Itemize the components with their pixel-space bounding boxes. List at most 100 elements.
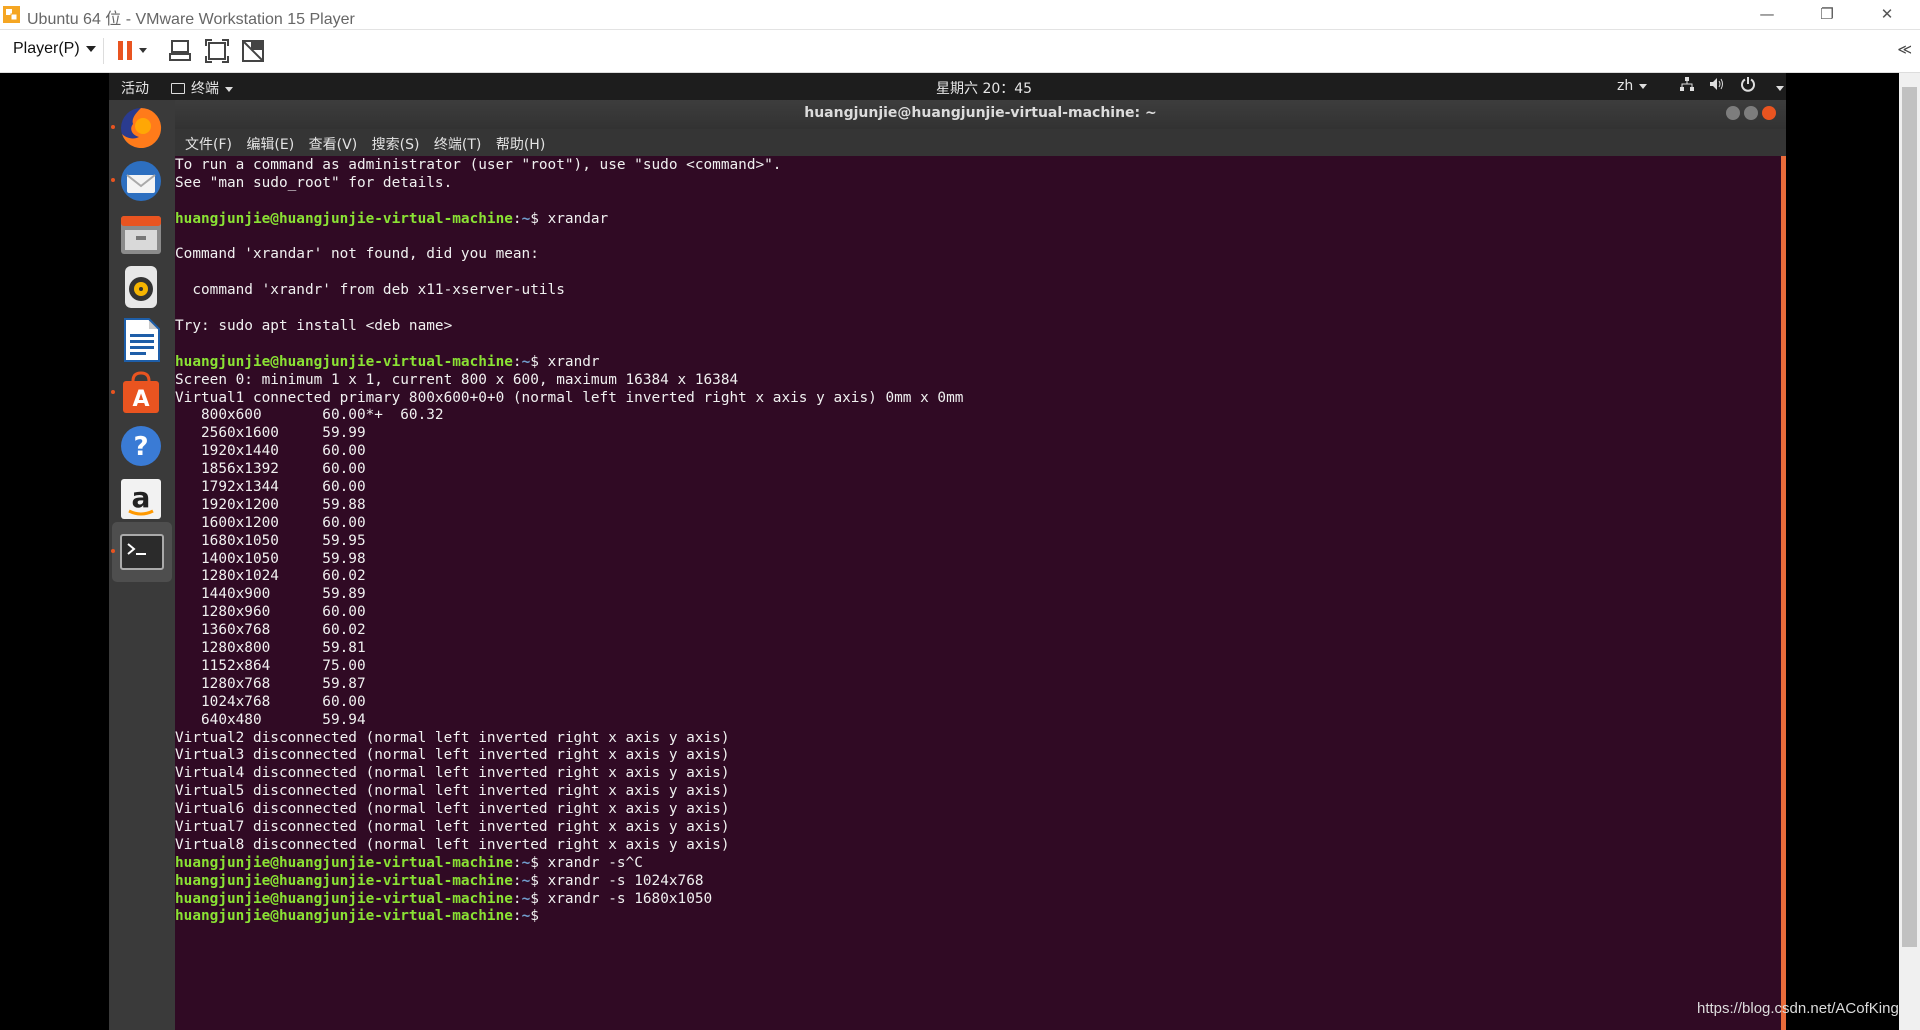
output-line: 1792x1344 60.00 (175, 479, 963, 497)
menu-help[interactable]: 帮助(H) (496, 134, 545, 154)
menu-edit[interactable]: 编辑(E) (246, 134, 294, 154)
prompt-symbol: $ (530, 908, 548, 925)
terminal-output[interactable]: To run a command as administrator (user … (175, 156, 1786, 1030)
collapse-toolbar-button[interactable]: ≪ (1897, 42, 1912, 58)
app-menu[interactable]: 终端 (171, 78, 233, 98)
prompt-path: ~ (521, 210, 531, 227)
output-line: Virtual6 disconnected (normal left inver… (175, 801, 963, 819)
output-text: Virtual7 disconnected (normal left inver… (175, 818, 730, 835)
prompt-line: huangjunjie@huangjunjie-virtual-machine:… (175, 908, 963, 926)
minimize-button[interactable]: — (1744, 0, 1790, 29)
output-text: 1280x768 59.87 (175, 675, 366, 692)
unity-mode-icon[interactable] (240, 38, 266, 64)
dock-firefox[interactable] (111, 104, 165, 152)
output-line: 1280x1024 60.02 (175, 568, 963, 586)
command-text: xrandar (547, 210, 609, 227)
command-text: xrandr -s^C (547, 854, 643, 871)
command-text: xrandr -s 1024x768 (547, 872, 704, 889)
svg-text:A: A (132, 387, 149, 412)
output-text: Virtual6 disconnected (normal left inver… (175, 801, 730, 818)
output-text: Screen 0: minimum 1 x 1, current 800 x 6… (175, 371, 739, 388)
menu-file[interactable]: 文件(F) (185, 134, 232, 154)
output-line: 1280x960 60.00 (175, 604, 963, 622)
output-line: command 'xrandr' from deb x11-xserver-ut… (175, 282, 963, 300)
terminal-window[interactable]: huangjunjie@huangjunjie-virtual-machine:… (175, 100, 1786, 1030)
output-text: 2560x1600 59.99 (175, 425, 366, 442)
host-scrollbar[interactable] (1899, 73, 1920, 1030)
output-line: 800x600 60.00*+ 60.32 (175, 407, 963, 425)
running-indicator (111, 125, 115, 129)
output-text: 1600x1200 60.00 (175, 514, 366, 531)
output-text: See "man sudo_root" for details. (175, 174, 453, 191)
clock[interactable]: 星期六 20：45 (936, 78, 1032, 98)
output-line: 1280x800 59.81 (175, 640, 963, 658)
prompt-path: ~ (521, 353, 531, 370)
scrollbar-thumb[interactable] (1902, 87, 1917, 947)
prompt-path: ~ (521, 890, 531, 907)
fullscreen-icon[interactable] (204, 38, 230, 64)
output-text: Try: sudo apt install <deb name> (175, 318, 453, 335)
output-line: 1440x900 59.89 (175, 586, 963, 604)
output-text: 1360x768 60.02 (175, 622, 366, 639)
dock-amazon[interactable]: a (117, 475, 165, 523)
terminal-title: huangjunjie@huangjunjie-virtual-machine:… (804, 105, 1157, 121)
prompt-user-host: huangjunjie@huangjunjie-virtual-machine (175, 872, 513, 889)
restore-button[interactable]: ❐ (1804, 0, 1850, 29)
output-line: Virtual2 disconnected (normal left inver… (175, 730, 963, 748)
output-line: 2560x1600 59.99 (175, 425, 963, 443)
output-line: 1680x1050 59.95 (175, 533, 963, 551)
prompt-path: ~ (521, 908, 531, 925)
terminal-menubar: 文件(F) 编辑(E) 查看(V) 搜索(S) 终端(T) 帮助(H) (175, 129, 1786, 156)
system-tray[interactable] (1679, 76, 1785, 96)
output-text: Virtual5 disconnected (normal left inver… (175, 783, 730, 800)
menu-terminal[interactable]: 终端(T) (434, 134, 481, 154)
send-ctrl-alt-del-icon[interactable] (168, 38, 194, 64)
dock-terminal[interactable] (111, 522, 172, 582)
terminal-titlebar[interactable]: huangjunjie@huangjunjie-virtual-machine:… (175, 100, 1786, 129)
help-icon: ? (121, 426, 161, 466)
input-method-menu[interactable]: zh (1617, 78, 1648, 94)
dock-rhythmbox[interactable] (117, 263, 165, 311)
output-line: Try: sudo apt install <deb name> (175, 318, 963, 336)
dock-writer[interactable] (117, 316, 165, 364)
network-icon (1680, 77, 1694, 91)
output-text: 1680x1050 59.95 (175, 532, 366, 549)
output-text: 1920x1200 59.88 (175, 496, 366, 513)
terminal-icon (120, 534, 164, 570)
menu-search[interactable]: 搜索(S) (372, 134, 420, 154)
dock-software[interactable]: A (111, 369, 165, 417)
running-indicator (111, 549, 115, 553)
svg-text:?: ? (133, 432, 148, 462)
close-button[interactable] (1762, 106, 1776, 120)
guest-screen[interactable]: 活动 终端 星期六 20：45 zh A ? a huangjunjie@hua… (109, 73, 1786, 1030)
volume-icon (1710, 78, 1724, 90)
prompt-separator: : (512, 353, 522, 370)
minimize-button[interactable] (1726, 106, 1740, 120)
prompt-path: ~ (521, 854, 531, 871)
menu-view[interactable]: 查看(V) (309, 134, 358, 154)
toolbar-divider (103, 38, 104, 64)
prompt-symbol: $ (530, 890, 548, 907)
output-line: 1856x1392 60.00 (175, 461, 963, 479)
maximize-button[interactable] (1744, 106, 1758, 120)
output-line: 1360x768 60.02 (175, 622, 963, 640)
close-button[interactable]: ✕ (1864, 0, 1910, 29)
dock-thunderbird[interactable] (111, 157, 165, 205)
power-icon (1740, 77, 1755, 92)
output-text: command 'xrandr' from deb x11-xserver-ut… (175, 282, 565, 299)
pause-icon[interactable] (116, 38, 148, 64)
output-text: 1280x960 60.00 (175, 604, 366, 621)
software-center-icon: A (123, 371, 159, 413)
activities-button[interactable]: 活动 (121, 78, 149, 98)
dock-files[interactable] (117, 210, 165, 258)
dock-help[interactable]: ? (117, 422, 165, 470)
prompt-line: huangjunjie@huangjunjie-virtual-machine:… (175, 354, 963, 372)
prompt-separator: : (512, 210, 522, 227)
player-menu-button[interactable]: Player(P) (13, 40, 96, 58)
terminal-scrollbar[interactable] (1781, 156, 1786, 1030)
prompt-user-host: huangjunjie@huangjunjie-virtual-machine (175, 908, 513, 925)
